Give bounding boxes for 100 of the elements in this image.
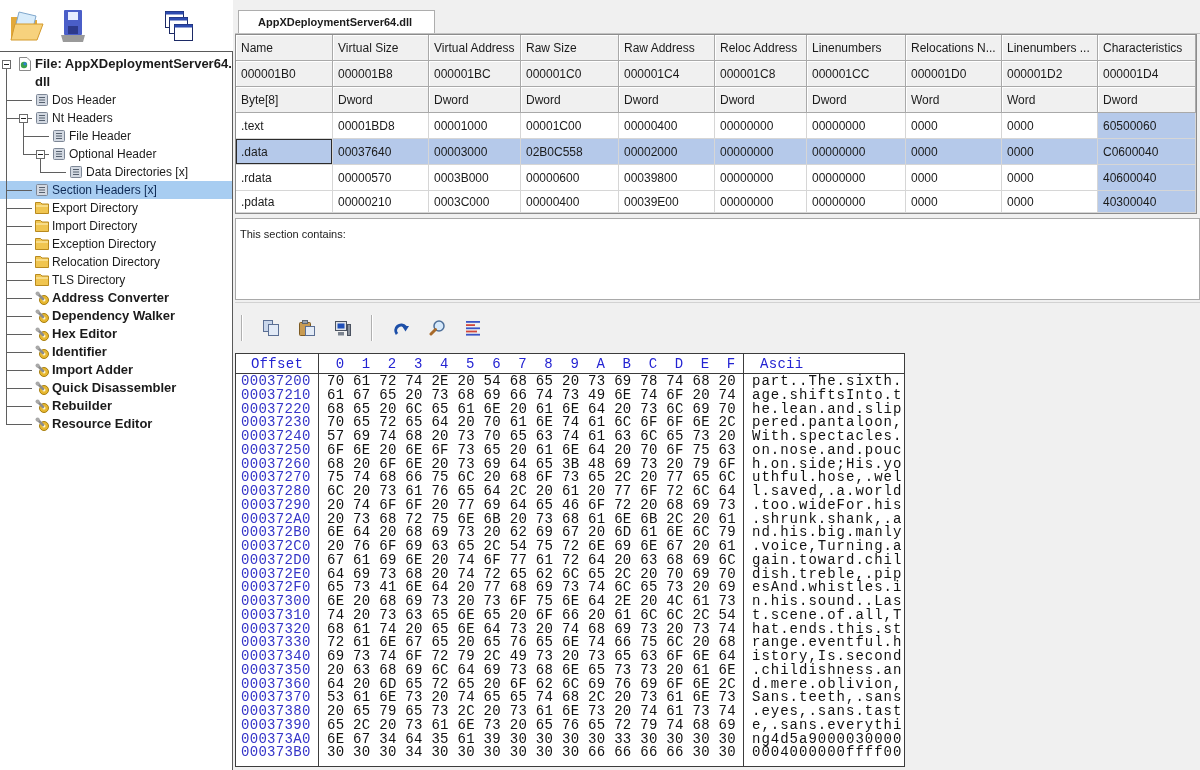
hex-bytes: 20 65 79 65 73 2C 20 73 61 6E 73 20 74 61 73 74 [327,705,736,719]
disk-icon[interactable] [60,8,86,43]
ascii-text: .shrunk.shank,.a [752,512,903,527]
wrench-gear-icon [35,363,49,377]
hex-bytes: 74 20 73 63 65 6E 65 20 6F 66 20 61 6C 6C 2C 54 [327,608,736,623]
offset-label: 00037250 [241,443,311,458]
offset-label: 00037270 [241,471,311,485]
column-header[interactable]: Relocations N... [906,35,1002,61]
hex-bytes: 64 69 73 68 20 74 72 65 62 6C 65 2C 20 70 69 70 [327,567,736,582]
ascii-text: 0004000000ffff00 [752,746,903,760]
offset-label: 000373B0 [241,746,311,760]
folder-icon [35,255,49,269]
minus-box-icon[interactable] [2,60,11,69]
offset-label: 00037310 [241,608,311,623]
table-row[interactable]: .data 00037640 00003000 02B0C558 00002000 00000000 00000000 0000 0000 C0600040 [236,139,1196,165]
copy-icon[interactable] [263,320,279,336]
table-row[interactable]: .pdata 00000210 0003C000 00000400 00039E00 00000000 00000000 0000 0000 40300040 [236,191,1196,213]
monitor-icon[interactable] [335,320,351,336]
tree-item[interactable]: Resource Editor [0,415,232,433]
search-icon[interactable] [429,320,445,336]
cascade-windows-icon[interactable] [165,10,193,41]
tree-item[interactable]: Dependency Walker [0,307,232,325]
tree-item[interactable]: Address Converter [0,289,232,307]
table-cell: 00000000 [715,139,807,165]
column-header[interactable]: Raw Address [619,35,715,61]
tree-item[interactable]: Hex Editor [0,325,232,343]
table-cell: 40600040 [1098,165,1196,191]
tree-item[interactable]: Import Adder [0,361,232,379]
ascii-text: e,.sans.everythi [752,718,903,733]
tree-item[interactable]: Import Directory [0,217,232,235]
column-header[interactable]: Reloc Address [715,35,807,61]
offset-label: 00037260 [241,457,311,472]
table-cell: 00039E00 [619,191,715,213]
ascii-text: nd.his.big.manly [752,526,903,540]
hex-bytes: 53 61 6E 73 20 74 65 65 74 68 2C 20 73 61 6E 73 [327,691,736,705]
ascii-text: pered.pantaloon, [752,416,903,430]
column-header[interactable]: Virtual Address [429,35,521,61]
hex-bytes: 6E 20 68 69 73 20 73 6F 75 6E 64 2E 20 4C 61 73 [327,595,736,609]
table-cell: 0000 [1002,113,1098,139]
ascii-text: .eyes,.sans.tast [752,705,903,719]
offset-label: 00037350 [241,663,311,678]
tree-item[interactable]: File Header [0,127,232,145]
clipboard-icon[interactable] [299,320,315,336]
tree-item[interactable]: Dos Header [0,91,232,109]
tree-item[interactable]: Relocation Directory [0,253,232,271]
column-header: 5 [466,355,475,372]
tree-item[interactable]: Data Directories [x] [0,163,232,181]
column-header: F [726,355,736,372]
table-cell: 0000 [906,165,1002,191]
column-header: C [648,355,658,372]
column-header: 9 [570,355,580,372]
table-cell: 00000000 [715,191,807,213]
column-header: B [622,355,632,372]
table-cell: 00000600 [521,165,619,191]
tree-item[interactable]: TLS Directory [0,271,232,289]
column-header[interactable]: Virtual Size [333,35,429,61]
offset-label: 00037220 [241,402,311,417]
wrench-gear-icon [35,327,49,341]
table-cell: .pdata [236,191,333,213]
table-row[interactable]: .rdata 00000570 0003B000 00000600 00039800 00000000 00000000 0000 0000 40600040 [236,165,1196,191]
column-header[interactable]: Name [236,35,333,61]
tree-item[interactable]: Identifier [0,343,232,361]
minus-box-icon[interactable] [19,114,28,123]
hex-bytes: 20 63 68 69 6C 64 69 73 68 6E 65 73 73 20 61 6E [327,663,736,678]
table-cell: 00000400 [521,191,619,213]
tree-item[interactable]: Exception Directory [0,235,232,253]
minus-box-icon[interactable] [36,150,45,159]
column-header: 7 [518,355,527,372]
table-cell: Dword [521,87,619,113]
table-cell: 00000000 [807,139,906,165]
wrench-gear-icon [35,381,49,395]
ascii-text: age.shiftsInto.t [752,388,903,403]
offset-label: 00037330 [241,636,311,650]
hex-bytes: 68 20 6F 6E 20 73 69 64 65 3B 48 69 73 20 79 6F [327,457,736,472]
tree-item[interactable]: File: AppXDeploymentServer64.dll [0,55,232,91]
column-header[interactable]: Linenumbers ... [1002,35,1098,61]
hex-bytes: 70 61 72 74 2E 20 54 68 65 20 73 69 78 74 68 20 [327,375,736,389]
tree-item[interactable]: Export Directory [0,199,232,217]
wrench-gear-icon [35,345,49,359]
lines-icon[interactable] [465,320,481,336]
column-header[interactable]: Characteristics [1098,35,1196,61]
ascii-text: t.scene.of.all,T [752,608,903,623]
tree-item[interactable]: Optional Header [0,145,232,163]
offset-label: 00037290 [241,498,311,513]
hex-bytes: 6E 64 20 68 69 73 20 62 69 67 20 6D 61 6E 6C 79 [327,526,736,540]
table-cell: 000001C4 [619,61,715,87]
curved-arrow-icon[interactable] [393,320,409,336]
column-header[interactable]: Raw Size [521,35,619,61]
table-row[interactable]: .text 00001BD8 00001000 00001C00 00000400 00000000 00000000 0000 0000 60500060 [236,113,1196,139]
column-header: E [700,355,710,372]
folder-icon [35,273,49,287]
tree-item[interactable]: Nt Headers [0,109,232,127]
folder-icon [35,219,49,233]
tree-item[interactable]: Quick Disassembler [0,379,232,397]
ascii-text: .too.wideFor.his [752,498,903,513]
tab[interactable]: AppXDeploymentServer64.dll [238,10,436,33]
tree-item[interactable]: Rebuilder [0,397,232,415]
tree-item[interactable]: Section Headers [x] [0,181,232,199]
column-header[interactable]: Linenumbers [807,35,906,61]
list-icon [35,93,49,107]
